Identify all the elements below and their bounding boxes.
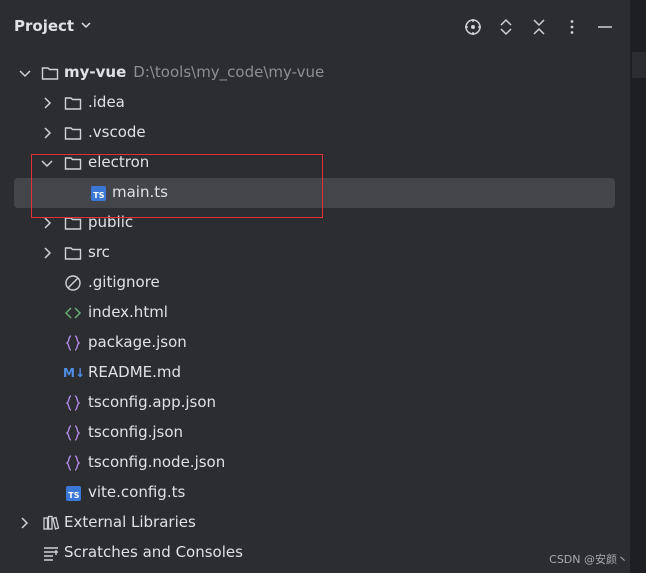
tree-root[interactable]: my-vue D:\tools\my_code\my-vue xyxy=(0,58,630,88)
tree-item-label: Scratches and Consoles xyxy=(64,543,243,561)
chevron-right-icon[interactable] xyxy=(40,96,54,110)
chevron-down-icon[interactable] xyxy=(18,66,32,80)
project-view-selector[interactable]: Project xyxy=(14,17,92,35)
tree-item-label: tsconfig.app.json xyxy=(88,393,217,411)
tree-item-label: vite.config.ts xyxy=(88,483,186,501)
folder-icon xyxy=(64,124,82,142)
chevron-down-icon[interactable] xyxy=(40,156,54,170)
folder-icon xyxy=(64,214,82,232)
tree-item-electron[interactable]: electron xyxy=(0,148,630,178)
tree-item-tsconfig-node-json[interactable]: tsconfig.node.json xyxy=(0,448,630,478)
locate-icon[interactable] xyxy=(462,16,484,38)
markdown-file-icon: M↓ xyxy=(63,364,85,382)
root-path: D:\tools\my_code\my-vue xyxy=(133,63,325,81)
json-file-icon xyxy=(64,454,82,472)
collapse-icon[interactable] xyxy=(528,16,550,38)
folder-icon xyxy=(41,64,59,82)
folder-icon xyxy=(64,154,82,172)
tree-item-label: .idea xyxy=(88,93,125,111)
tree-item-label: External Libraries xyxy=(64,513,196,531)
tree-item-label: src xyxy=(88,243,110,261)
tree-item-scratches[interactable]: Scratches and Consoles xyxy=(0,538,630,568)
chevron-right-icon[interactable] xyxy=(17,516,31,530)
tree-item-package-json[interactable]: package.json xyxy=(0,328,630,358)
library-icon xyxy=(42,514,60,532)
tree-item-vite-config-ts[interactable]: TS vite.config.ts xyxy=(0,478,630,508)
chevron-right-icon[interactable] xyxy=(40,246,54,260)
watermark: CSDN @安颜丶 xyxy=(549,553,628,566)
folder-icon xyxy=(64,244,82,262)
tree-item-label: public xyxy=(88,213,134,231)
tree-item-tsconfig-app-json[interactable]: tsconfig.app.json xyxy=(0,388,630,418)
tree-item-vscode[interactable]: .vscode xyxy=(0,118,630,148)
html-file-icon xyxy=(64,304,82,322)
tree-item-main-ts[interactable]: TS main.ts xyxy=(14,178,615,208)
typescript-file-icon: TS xyxy=(64,484,82,502)
ts-badge: TS xyxy=(65,485,81,501)
panel-title: Project xyxy=(14,17,75,35)
ignore-file-icon xyxy=(64,274,82,292)
tree-item-gitignore[interactable]: .gitignore xyxy=(0,268,630,298)
root-name: my-vue xyxy=(64,63,127,81)
json-file-icon xyxy=(64,334,82,352)
tree-item-src[interactable]: src xyxy=(0,238,630,268)
tree-item-label: electron xyxy=(88,153,150,171)
tree-item-label: tsconfig.node.json xyxy=(88,453,226,471)
tree-item-label: .gitignore xyxy=(88,273,160,291)
tree-item-index-html[interactable]: index.html xyxy=(0,298,630,328)
tree-item-external-libraries[interactable]: External Libraries xyxy=(0,508,630,538)
tree-item-label: README.md xyxy=(88,363,182,381)
minimize-icon[interactable] xyxy=(594,16,616,38)
tree-root-label: my-vue D:\tools\my_code\my-vue xyxy=(64,63,324,81)
tree-item-label: tsconfig.json xyxy=(88,423,184,441)
editor-edge xyxy=(630,0,646,573)
tree-item-label: .vscode xyxy=(88,123,146,141)
ts-badge: TS xyxy=(90,185,106,201)
typescript-file-icon: TS xyxy=(89,184,107,202)
panel-header: Project xyxy=(0,0,630,54)
expand-icon[interactable] xyxy=(495,16,517,38)
json-file-icon xyxy=(64,394,82,412)
chevron-right-icon[interactable] xyxy=(40,216,54,230)
json-file-icon xyxy=(64,424,82,442)
scratches-icon xyxy=(42,544,60,562)
md-badge: M↓ xyxy=(63,366,85,380)
tree-item-tsconfig-json[interactable]: tsconfig.json xyxy=(0,418,630,448)
more-icon[interactable] xyxy=(561,16,583,38)
chevron-down-icon xyxy=(80,17,92,35)
chevron-right-icon[interactable] xyxy=(40,126,54,140)
tree-item-label: package.json xyxy=(88,333,187,351)
tree-item-label: main.ts xyxy=(112,183,168,201)
folder-icon xyxy=(64,94,82,112)
tree-item-public[interactable]: public xyxy=(0,208,630,238)
tree-item-idea[interactable]: .idea xyxy=(0,88,630,118)
tree-item-readme-md[interactable]: M↓ README.md xyxy=(0,358,630,388)
tree-item-label: index.html xyxy=(88,303,168,321)
